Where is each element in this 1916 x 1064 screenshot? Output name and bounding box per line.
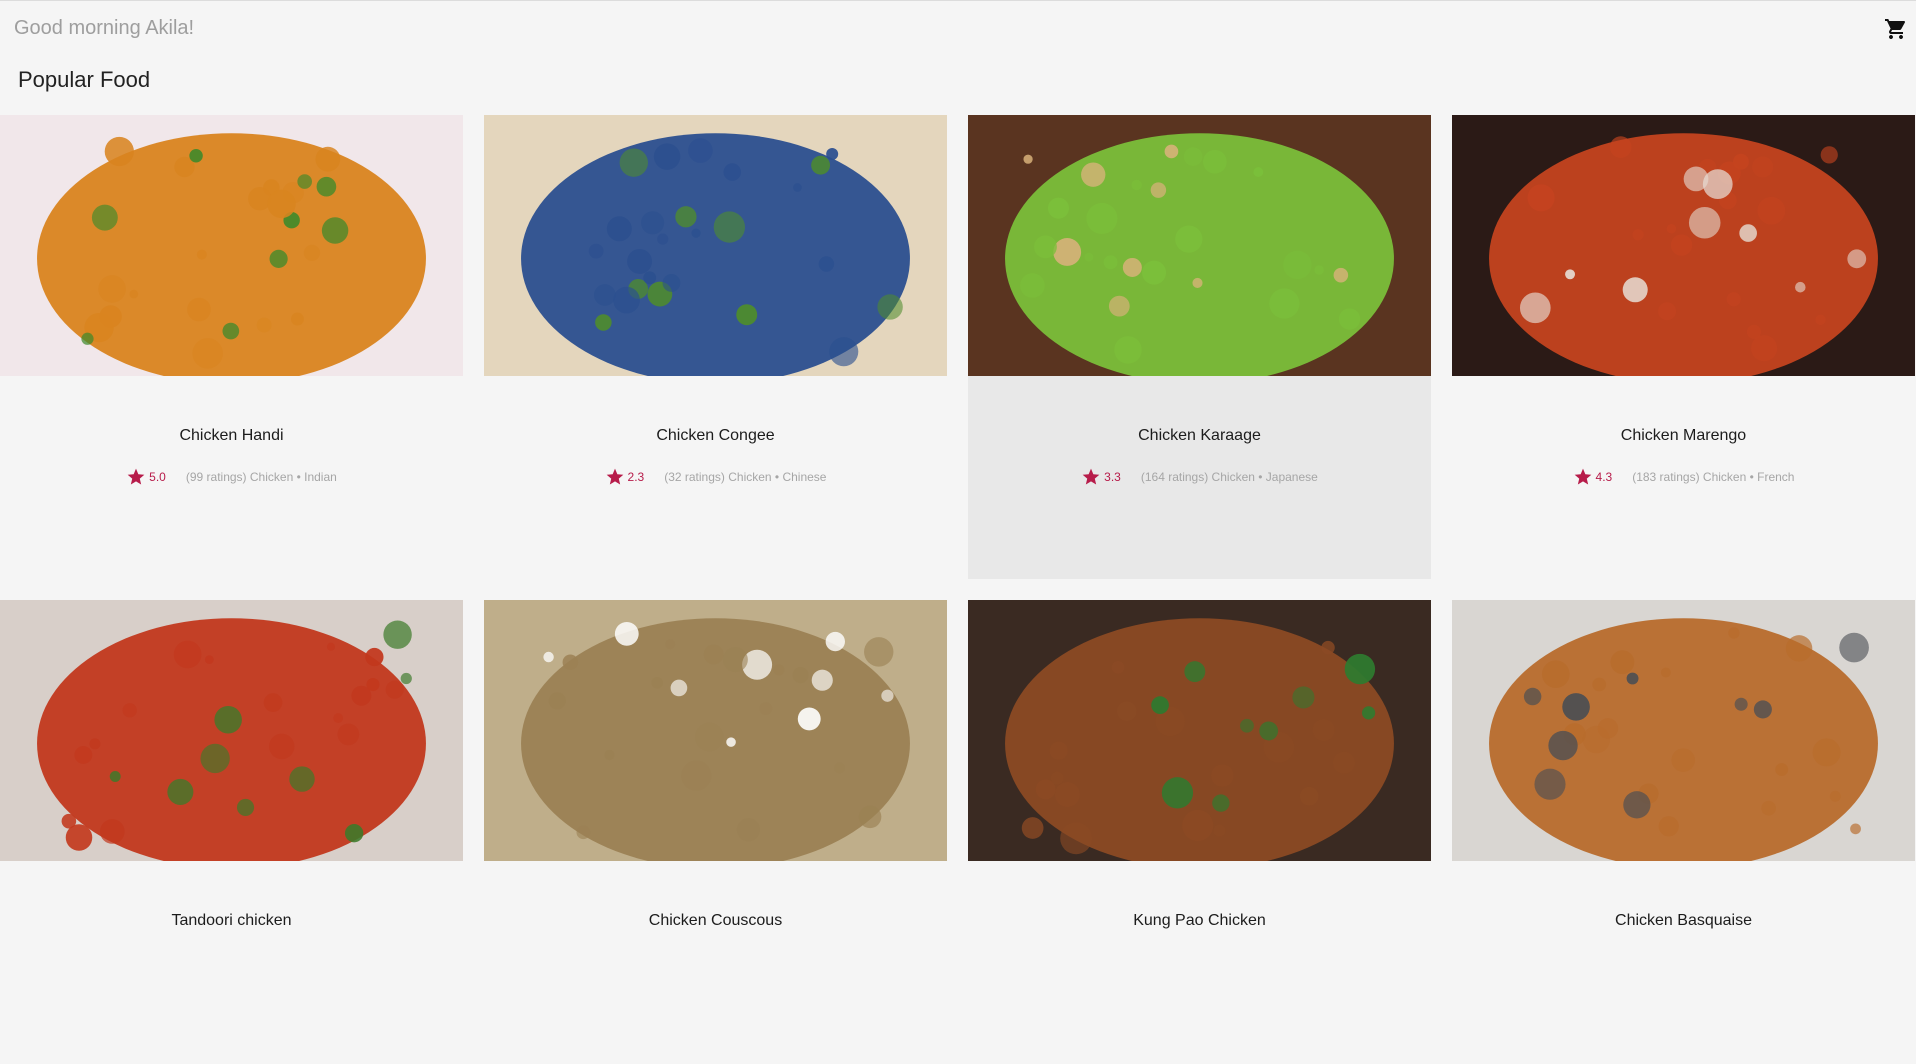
food-meta: 2.3 (32 ratings) Chicken • Chinese — [484, 467, 947, 487]
food-rating: 5.0 — [149, 470, 166, 484]
food-card[interactable]: Chicken Congee 2.3 (32 ratings) Chicken … — [484, 115, 947, 579]
food-image — [968, 115, 1431, 376]
food-details: (183 ratings) Chicken • French — [1632, 470, 1795, 484]
star-icon — [1082, 468, 1100, 485]
top-divider — [0, 0, 1916, 1]
star-icon — [606, 468, 623, 485]
food-name: Chicken Congee — [656, 427, 775, 444]
food-details: (99 ratings) Chicken • Indian — [185, 470, 337, 484]
food-card[interactable]: Chicken Couscous — [484, 600, 947, 1064]
food-name: Chicken Karaage — [1138, 427, 1261, 444]
star-icon — [127, 468, 145, 485]
food-image — [484, 115, 947, 376]
food-name: Chicken Marengo — [1620, 427, 1747, 444]
food-meta: 5.0 (99 ratings) Chicken • Indian — [0, 467, 463, 487]
star-icon — [1574, 468, 1591, 485]
food-image — [0, 600, 463, 861]
greeting-text: Good morning Akila! — [14, 17, 195, 39]
food-details: (32 ratings) Chicken • Chinese — [664, 470, 827, 484]
food-card[interactable]: Chicken Karaage 3.3 (164 ratings) Chicke… — [968, 115, 1431, 579]
food-image — [1452, 115, 1915, 376]
food-card[interactable]: Kung Pao Chicken — [968, 600, 1431, 1064]
food-rating: 3.3 — [1104, 470, 1121, 484]
food-image — [968, 600, 1431, 861]
food-name: Kung Pao Chicken — [1133, 912, 1266, 929]
section-title: Popular Food — [18, 67, 151, 92]
food-card[interactable]: Chicken Basquaise — [1452, 600, 1915, 1064]
food-meta: 3.3 (164 ratings) Chicken • Japanese — [968, 467, 1431, 487]
food-meta: 4.3 (183 ratings) Chicken • French — [1452, 467, 1915, 487]
food-image — [1452, 600, 1915, 861]
shopping-cart-icon[interactable] — [1884, 17, 1908, 41]
food-name: Chicken Couscous — [648, 912, 783, 929]
food-grid: Chicken Handi 5.0 (99 ratings) Chicken •… — [0, 115, 1916, 1064]
food-details: (164 ratings) Chicken • Japanese — [1140, 470, 1318, 484]
food-card[interactable]: Chicken Marengo 4.3 (183 ratings) Chicke… — [1452, 115, 1915, 579]
food-rating: 4.3 — [1595, 470, 1613, 484]
food-rating: 2.3 — [627, 470, 645, 484]
food-image — [484, 600, 947, 861]
food-name: Chicken Handi — [179, 427, 284, 444]
food-image — [0, 115, 463, 376]
food-name: Chicken Basquaise — [1615, 912, 1752, 929]
food-name: Tandoori chicken — [171, 912, 292, 929]
food-card[interactable]: Tandoori chicken — [0, 600, 463, 1064]
food-card[interactable]: Chicken Handi 5.0 (99 ratings) Chicken •… — [0, 115, 463, 579]
